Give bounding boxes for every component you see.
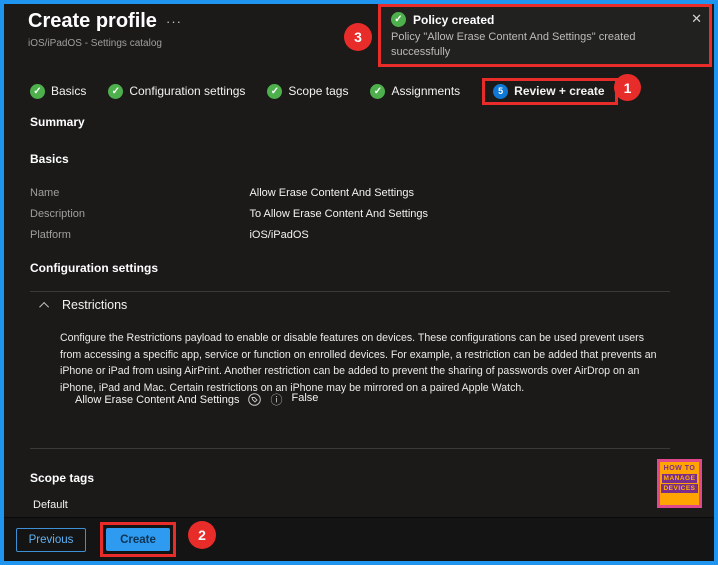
platform-value: iOS/iPadOS	[249, 229, 309, 241]
tab-basics[interactable]: ✓ Basics	[30, 83, 87, 99]
restrictions-description: Configure the Restrictions payload to en…	[60, 332, 657, 394]
check-icon: ✓	[370, 83, 386, 99]
tab-configuration-settings[interactable]: ✓ Configuration settings	[108, 83, 246, 99]
success-check-icon: ✓	[391, 12, 406, 27]
annotation-badge-2: 2	[188, 521, 216, 549]
restrictions-group-toggle[interactable]: Restrictions	[39, 298, 128, 312]
restrictions-label: Restrictions	[62, 298, 128, 312]
row-name: Name Allow Erase Content And Settings	[30, 183, 414, 201]
tab-scope-tags[interactable]: ✓ Scope tags	[267, 83, 349, 99]
row-platform: Platform iOS/iPadOS	[30, 225, 309, 243]
toast-title: Policy created	[413, 12, 495, 27]
divider	[30, 448, 670, 449]
check-icon: ✓	[267, 83, 283, 99]
page-title: Create profile	[28, 10, 157, 32]
configuration-settings-heading: Configuration settings	[30, 261, 158, 275]
htmd-logo-line1: HOW TO	[663, 465, 696, 472]
description-label: Description	[30, 208, 86, 220]
name-value: Allow Erase Content And Settings	[249, 187, 414, 199]
previous-button[interactable]: Previous	[16, 528, 86, 552]
setting-row: Allow Erase Content And Settings ⓘ False	[75, 391, 318, 408]
divider	[30, 291, 670, 292]
create-profile-panel: Create profile ··· iOS/iPadOS - Settings…	[4, 4, 714, 561]
annotation-rect-review-create: 5 Review + create	[482, 77, 618, 105]
tab-review-create-label: Review + create	[514, 84, 605, 98]
tab-assignments-label: Assignments	[391, 84, 461, 98]
more-options-icon[interactable]: ···	[166, 14, 182, 29]
chevron-up-icon	[39, 301, 50, 312]
htmd-logo-line2: MANAGE	[661, 474, 698, 483]
check-icon: ✓	[108, 83, 124, 99]
platform-label: Platform	[30, 229, 71, 241]
step-number-icon: 5	[493, 83, 509, 99]
scope-tags-heading: Scope tags	[30, 471, 95, 485]
footer-bar: Previous Create	[4, 517, 714, 561]
annotation-badge-3: 3	[344, 23, 372, 51]
create-button[interactable]: Create	[106, 528, 170, 551]
close-icon[interactable]: ✕	[691, 11, 702, 27]
check-icon: ✓	[30, 83, 45, 99]
page-subtitle: iOS/iPadOS - Settings catalog	[28, 38, 162, 49]
window-frame: Create profile ··· iOS/iPadOS - Settings…	[0, 0, 718, 565]
annotation-rect-create: Create	[100, 522, 176, 557]
setting-label: Allow Erase Content And Settings	[75, 393, 240, 406]
tab-assignments[interactable]: ✓ Assignments	[370, 83, 461, 99]
description-value: To Allow Erase Content And Settings	[249, 208, 429, 220]
tab-configuration-settings-label: Configuration settings	[129, 84, 246, 98]
tab-basics-label: Basics	[51, 84, 87, 98]
scope-tag-value: Default	[33, 499, 68, 511]
tab-scope-tags-label: Scope tags	[288, 84, 349, 98]
policy-created-toast: ✓ Policy created Policy "Allow Erase Con…	[378, 4, 712, 67]
row-description: Description To Allow Erase Content And S…	[30, 204, 428, 222]
tab-review-create[interactable]: 5 Review + create	[493, 83, 605, 99]
setting-value: False	[291, 391, 319, 404]
info-icon[interactable]: ⓘ	[270, 391, 282, 408]
annotation-badge-1: 1	[614, 74, 641, 101]
basics-heading: Basics	[30, 152, 69, 166]
htmd-logo: HOW TO MANAGE DEVICES	[657, 459, 702, 508]
toast-message: Policy "Allow Erase Content And Settings…	[391, 31, 636, 58]
htmd-logo-line3: DEVICES	[661, 484, 698, 493]
wizard-steps: ✓ Basics ✓ Configuration settings ✓ Scop…	[30, 75, 618, 107]
name-label: Name	[30, 187, 60, 199]
tag-icon[interactable]	[248, 393, 262, 406]
summary-heading: Summary	[30, 115, 85, 129]
